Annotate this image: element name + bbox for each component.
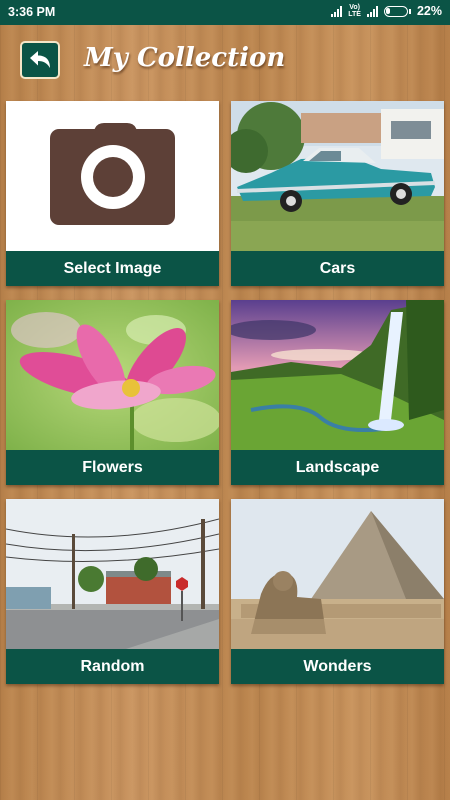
- page-title: My Collection: [84, 43, 286, 73]
- card-label: Flowers: [82, 459, 143, 476]
- status-bar: 3:36 PM Vo) LTE 22%: [0, 0, 450, 25]
- card-select-image[interactable]: Select Image: [6, 101, 219, 286]
- card-label: Cars: [319, 260, 356, 277]
- card-flowers[interactable]: Flowers: [6, 300, 219, 485]
- back-arrow-icon: [30, 51, 50, 68]
- status-time: 3:36 PM: [8, 5, 56, 19]
- flowers-thumb-image: [6, 300, 219, 450]
- app-header: My Collection: [0, 25, 450, 97]
- card-wonders[interactable]: Wonders: [231, 499, 444, 684]
- card-cars[interactable]: Cars: [231, 101, 444, 286]
- card-label: Landscape: [295, 459, 380, 476]
- card-label: Random: [80, 658, 145, 675]
- card-label: Select Image: [63, 260, 162, 277]
- card-random[interactable]: Random: [6, 499, 219, 684]
- wonders-thumb-image: [231, 499, 444, 649]
- status-icons: Vo) LTE 22%: [331, 4, 442, 18]
- card-landscape[interactable]: Landscape: [231, 300, 444, 485]
- landscape-thumb-image: [231, 300, 444, 450]
- battery-icon: [383, 5, 408, 17]
- battery-percent: 22%: [416, 4, 442, 18]
- signal-icon-2: [366, 5, 378, 17]
- signal-icon: [331, 5, 343, 17]
- cars-thumb-image: [231, 101, 444, 251]
- camera-icon: [50, 123, 175, 225]
- select-image-thumb: [6, 101, 219, 251]
- volte-lte-icon: Vo) LTE: [348, 4, 361, 18]
- battery-nub: [408, 8, 411, 14]
- card-label: Wonders: [303, 658, 372, 675]
- back-button[interactable]: [20, 41, 60, 79]
- random-thumb-image: [6, 499, 219, 649]
